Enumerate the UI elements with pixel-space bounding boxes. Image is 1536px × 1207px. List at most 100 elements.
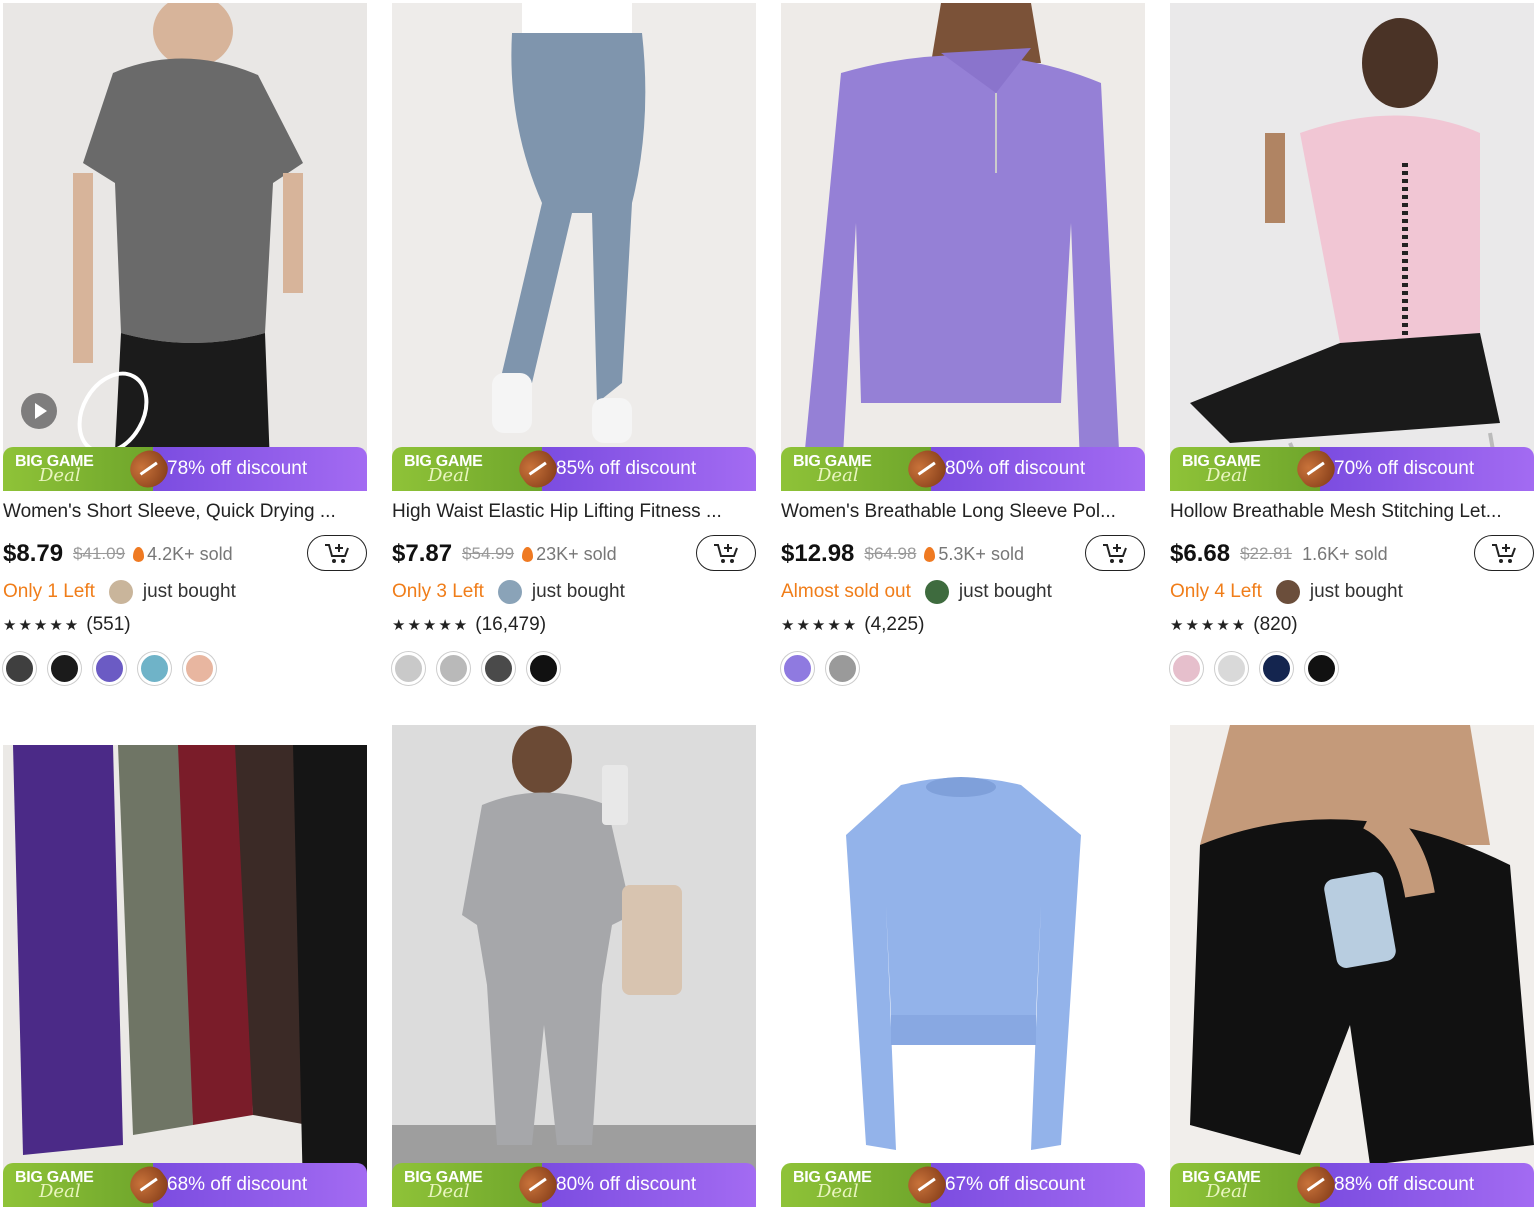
product-card[interactable]: BIG GAME Deal 88% off discount: [1170, 725, 1534, 1207]
cart-plus-icon: [1492, 544, 1516, 563]
star-rating-icon: ★★★★★: [781, 617, 859, 634]
product-card[interactable]: BIG GAME Deal 78% off discount Women's S…: [3, 3, 367, 685]
deal-label: Deal: [39, 465, 81, 486]
color-swatch[interactable]: [826, 651, 859, 685]
stock-status: Only 4 Left: [1170, 581, 1262, 602]
color-swatch[interactable]: [138, 651, 171, 685]
price: $6.68: [1170, 540, 1231, 567]
color-swatch[interactable]: [183, 651, 216, 685]
product-image[interactable]: BIG GAME Deal 85% off discount: [392, 3, 756, 491]
add-to-cart-button[interactable]: [1085, 535, 1145, 571]
promo-banner: BIG GAME Deal 80% off discount: [781, 443, 1145, 491]
product-title[interactable]: High Waist Elastic Hip Lifting Fitness .…: [392, 501, 756, 525]
rating: ★★★★★ (551): [3, 611, 367, 639]
discount-label: 78% off discount: [167, 458, 308, 479]
product-card[interactable]: BIG GAME Deal 70% off discount Hollow Br…: [1170, 3, 1534, 685]
sold-count: 23K+ sold: [536, 543, 617, 564]
product-photo: [392, 725, 756, 1207]
sold-count: 1.6K+ sold: [1302, 543, 1388, 564]
star-rating-icon: ★★★★★: [1170, 617, 1248, 634]
product-photo: [781, 725, 1145, 1207]
color-swatch[interactable]: [3, 651, 36, 685]
price: $7.87: [392, 540, 453, 567]
discount-label: 80% off discount: [945, 458, 1086, 479]
deal-label: Deal: [1206, 465, 1248, 486]
color-swatch[interactable]: [781, 651, 814, 685]
buyer-avatar: [1275, 580, 1300, 604]
product-image[interactable]: BIG GAME Deal 80% off discount: [781, 3, 1145, 491]
product-card[interactable]: BIG GAME Deal 80% off discount: [392, 725, 756, 1207]
product-photo: [781, 3, 1145, 491]
color-swatch[interactable]: [48, 651, 81, 685]
color-swatch[interactable]: [1260, 651, 1293, 685]
product-title[interactable]: Hollow Breathable Mesh Stitching Let...: [1170, 501, 1534, 525]
product-card[interactable]: BIG GAME Deal 68% off discount: [3, 725, 367, 1207]
deal-label: Deal: [817, 465, 859, 486]
add-to-cart-button[interactable]: [696, 535, 756, 571]
star-rating-icon: ★★★★★: [392, 617, 470, 634]
fire-icon: [133, 546, 145, 562]
color-swatch[interactable]: [1305, 651, 1338, 685]
product-photo: [3, 3, 367, 491]
promo-banner: BIG GAME Deal 88% off discount: [1170, 1159, 1534, 1207]
original-price: $41.09: [73, 544, 126, 563]
deal-label: Deal: [817, 1181, 859, 1202]
product-photo: [392, 3, 756, 491]
color-swatches: [3, 651, 367, 685]
just-bought-label: just bought: [531, 581, 625, 602]
product-photo: [3, 725, 367, 1207]
discount-label: 85% off discount: [556, 458, 697, 479]
color-swatches: [781, 651, 1145, 685]
product-image[interactable]: BIG GAME Deal 88% off discount: [1170, 725, 1534, 1207]
product-photo: [1170, 3, 1534, 491]
rating-count: (4,225): [864, 614, 925, 635]
product-card[interactable]: BIG GAME Deal 80% off discount Women's B…: [781, 3, 1145, 685]
product-card[interactable]: BIG GAME Deal 67% off discount: [781, 725, 1145, 1207]
promo-banner: BIG GAME Deal 85% off discount: [392, 443, 756, 491]
color-swatch[interactable]: [1170, 651, 1203, 685]
just-bought-label: just bought: [1309, 581, 1403, 602]
product-card[interactable]: BIG GAME Deal 85% off discount High Wais…: [392, 3, 756, 685]
color-swatch[interactable]: [93, 651, 126, 685]
color-swatch[interactable]: [527, 651, 560, 685]
promo-banner: BIG GAME Deal 68% off discount: [3, 1159, 367, 1207]
cart-plus-icon: [325, 544, 349, 563]
original-price: $54.99: [462, 544, 515, 563]
promo-banner: BIG GAME Deal 67% off discount: [781, 1159, 1145, 1207]
color-swatch[interactable]: [437, 651, 470, 685]
deal-label: Deal: [39, 1181, 81, 1202]
color-swatch[interactable]: [392, 651, 425, 685]
stock-status: Only 1 Left: [3, 581, 95, 602]
video-play-icon[interactable]: [21, 393, 57, 429]
original-price: $22.81: [1240, 544, 1293, 563]
rating-count: (551): [86, 614, 131, 635]
buyer-avatar: [924, 580, 949, 604]
color-swatches: [1170, 651, 1534, 685]
product-title[interactable]: Women's Short Sleeve, Quick Drying ...: [3, 501, 367, 525]
discount-label: 80% off discount: [556, 1174, 697, 1195]
deal-label: Deal: [428, 465, 470, 486]
product-image[interactable]: BIG GAME Deal 68% off discount: [3, 725, 367, 1207]
price: $12.98: [781, 540, 855, 567]
stock-status: Almost sold out: [781, 581, 911, 602]
deal-label: Deal: [1206, 1181, 1248, 1202]
discount-label: 88% off discount: [1334, 1174, 1475, 1195]
buyer-avatar: [108, 580, 133, 604]
product-title[interactable]: Women's Breathable Long Sleeve Pol...: [781, 501, 1145, 525]
just-bought-label: just bought: [142, 581, 236, 602]
add-to-cart-button[interactable]: [1474, 535, 1534, 571]
color-swatch[interactable]: [1215, 651, 1248, 685]
product-image[interactable]: BIG GAME Deal 80% off discount: [392, 725, 756, 1207]
promo-banner: BIG GAME Deal 78% off discount: [3, 443, 367, 491]
product-image[interactable]: BIG GAME Deal 67% off discount: [781, 725, 1145, 1207]
rating-count: (16,479): [475, 614, 547, 635]
add-to-cart-button[interactable]: [307, 535, 367, 571]
original-price: $64.98: [864, 544, 917, 563]
color-swatch[interactable]: [482, 651, 515, 685]
product-image[interactable]: BIG GAME Deal 78% off discount: [3, 3, 367, 491]
sold-count: 5.3K+ sold: [938, 543, 1024, 564]
promo-banner: BIG GAME Deal 70% off discount: [1170, 443, 1534, 491]
product-image[interactable]: BIG GAME Deal 70% off discount: [1170, 3, 1534, 491]
rating: ★★★★★ (820): [1170, 611, 1534, 639]
star-rating-icon: ★★★★★: [3, 617, 81, 634]
